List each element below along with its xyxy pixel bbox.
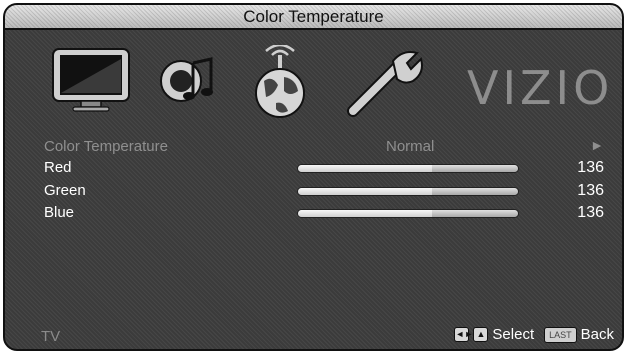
settings-icon[interactable] (345, 47, 429, 122)
red-slider-rest (432, 165, 518, 172)
left-right-arrows-icon: ◄► (454, 327, 473, 342)
green-value: 136 (577, 182, 604, 199)
blue-slider[interactable] (297, 209, 519, 218)
last-key-icon: LAST (544, 326, 577, 343)
color-temperature-label: Color Temperature (44, 138, 168, 155)
audio-icon[interactable] (157, 51, 217, 116)
back-hint: Back (580, 326, 614, 343)
red-slider[interactable] (297, 164, 519, 173)
blue-value: 136 (577, 204, 604, 221)
color-temperature-value: Normal (386, 138, 435, 155)
input-source-label: TV (41, 328, 61, 345)
key-hints: ◄► ▲ Select LAST Back (454, 326, 614, 343)
menu-title: Color Temperature (5, 5, 622, 30)
red-slider-row[interactable]: Red 136 (44, 159, 604, 179)
red-label: Red (44, 159, 72, 176)
red-slider-fill (298, 165, 433, 172)
vizio-logo: VIZIO (467, 61, 614, 115)
green-slider-rest (432, 188, 518, 195)
blue-slider-row[interactable]: Blue 136 (44, 204, 604, 224)
up-down-arrows-icon: ▲ (473, 327, 489, 342)
select-hint: Select (492, 326, 535, 343)
osd-menu: Color Temperature VIZIO Color Temperatur… (3, 3, 624, 351)
blue-slider-fill (298, 210, 433, 217)
blue-label: Blue (44, 204, 75, 221)
network-icon[interactable] (250, 43, 310, 124)
footer-bar: TV ◄► ▲ Select LAST Back (5, 325, 622, 349)
red-value: 136 (577, 159, 604, 176)
menu-icon-bar: VIZIO (5, 43, 622, 125)
green-slider-fill (298, 188, 433, 195)
green-slider-row[interactable]: Green 136 (44, 182, 604, 202)
green-label: Green (44, 182, 86, 199)
tv-icon[interactable] (51, 47, 131, 118)
blue-slider-rest (432, 210, 518, 217)
arrow-right-icon: ► (590, 137, 604, 153)
green-slider[interactable] (297, 187, 519, 196)
color-temperature-row[interactable]: Color Temperature Normal ► (44, 137, 604, 156)
